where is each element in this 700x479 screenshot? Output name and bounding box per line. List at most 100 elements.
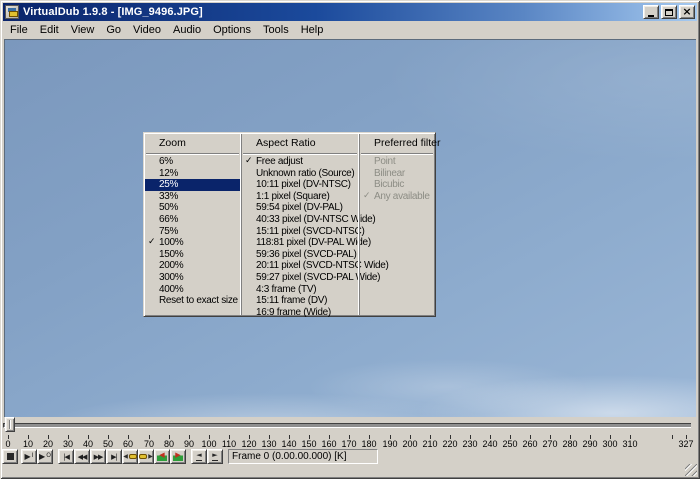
menu-item-4-3-frame-tv[interactable]: 4:3 frame (TV) — [242, 284, 358, 296]
play-input-icon: ▶I — [25, 453, 34, 461]
menu-help[interactable]: Help — [295, 22, 330, 38]
prev-keyframe-button[interactable]: ◀ — [122, 449, 138, 464]
step-forward-icon: ▶▶ — [94, 453, 103, 461]
header-divider — [361, 153, 433, 155]
ruler-label-110: 110 — [222, 439, 236, 449]
menu-item-label: 50% — [159, 202, 178, 213]
menu-item-59-27-pixel-svcd-pal-wide[interactable]: 59:27 pixel (SVCD-PAL Wide) — [242, 272, 358, 284]
ruler-label-120: 120 — [241, 439, 256, 449]
menu-item-16-9-frame-wide[interactable]: 16:9 frame (Wide) — [242, 307, 358, 319]
menu-item-15-11-pixel-svcd-ntsc[interactable]: 15:11 pixel (SVCD-NTSC) — [242, 226, 358, 238]
play-input-button[interactable]: ▶I — [21, 449, 37, 464]
menu-item-118-81-pixel-dv-pal-wide[interactable]: 118:81 pixel (DV-PAL Wide) — [242, 237, 358, 249]
menu-item-label: 1:1 pixel (Square) — [256, 191, 330, 202]
menu-item-25[interactable]: 25% — [145, 179, 240, 191]
check-icon: ✓ — [245, 156, 253, 166]
ruler-label-30: 30 — [63, 439, 73, 449]
ruler-label-170: 170 — [341, 439, 356, 449]
menu-view[interactable]: View — [65, 22, 101, 38]
virtualdub-window: VirtualDub 1.9.8 - [IMG_9496.JPG] × File… — [0, 0, 700, 479]
ruler-label-310: 310 — [622, 439, 637, 449]
menu-item-free-adjust[interactable]: ✓Free adjust — [242, 156, 358, 168]
menu-item-300[interactable]: 300% — [145, 272, 240, 284]
context-menu: Zoom6%12%25%33%50%66%75%✓100%150%200%300… — [143, 132, 436, 317]
ruler-label-190: 190 — [382, 439, 397, 449]
menu-item-point: Point — [360, 156, 434, 168]
go-end-button[interactable]: ▶| — [106, 449, 122, 464]
menu-item-50[interactable]: 50% — [145, 202, 240, 214]
menu-edit[interactable]: Edit — [34, 22, 65, 38]
frame-ruler: 0102030405060708090100110120130140150160… — [0, 433, 700, 449]
go-start-button[interactable]: |◀ — [58, 449, 74, 464]
menu-item-15-11-frame-dv[interactable]: 15:11 frame (DV) — [242, 295, 358, 307]
minimize-icon — [648, 15, 654, 17]
ruler-label-60: 60 — [123, 439, 133, 449]
next-scene-button[interactable]: ▶ — [170, 449, 186, 464]
menu-item-200[interactable]: 200% — [145, 260, 240, 272]
menu-go[interactable]: Go — [100, 22, 127, 38]
menu-item-reset-to-exact-size[interactable]: Reset to exact size — [145, 295, 240, 307]
menu-item-66[interactable]: 66% — [145, 214, 240, 226]
prev-scene-button[interactable]: ◀ — [154, 449, 170, 464]
frame-forward-button[interactable]: ▶▶ — [90, 449, 106, 464]
menu-item-1-1-pixel-square[interactable]: 1:1 pixel (Square) — [242, 191, 358, 203]
menu-item-label: 200% — [159, 260, 183, 271]
menu-options[interactable]: Options — [207, 22, 257, 38]
menu-item-100[interactable]: ✓100% — [145, 237, 240, 249]
menu-item-59-36-pixel-svcd-pal[interactable]: 59:36 pixel (SVCD-PAL) — [242, 249, 358, 261]
slider-thumb[interactable] — [5, 417, 15, 432]
ruler-label-200: 200 — [402, 439, 417, 449]
menu-item-label: 15:11 pixel (SVCD-NTSC) — [256, 226, 365, 237]
header-divider — [243, 153, 357, 155]
play-output-button[interactable]: ▶O — [37, 449, 53, 464]
menu-item-75[interactable]: 75% — [145, 226, 240, 238]
mark-out-button[interactable]: ► — [207, 449, 223, 464]
title-bar[interactable]: VirtualDub 1.9.8 - [IMG_9496.JPG] × — [3, 3, 697, 21]
close-button[interactable]: × — [679, 5, 695, 19]
column-header-aspect-ratio: Aspect Ratio — [242, 134, 358, 153]
slider-track[interactable] — [3, 423, 691, 428]
menu-audio[interactable]: Audio — [167, 22, 207, 38]
menu-item-label: 75% — [159, 226, 178, 237]
mark-in-icon: ◄ — [196, 452, 201, 461]
ruler-label-160: 160 — [321, 439, 336, 449]
menu-item-label: 16:9 frame (Wide) — [256, 307, 331, 318]
menu-item-12[interactable]: 12% — [145, 168, 240, 180]
minimize-button[interactable] — [643, 5, 659, 19]
mark-in-button[interactable]: ◄ — [191, 449, 207, 464]
menu-item-unknown-ratio-source[interactable]: Unknown ratio (Source) — [242, 168, 358, 180]
ruler-label-240: 240 — [482, 439, 497, 449]
ruler-label-50: 50 — [103, 439, 113, 449]
menu-item-400[interactable]: 400% — [145, 284, 240, 296]
menu-item-6[interactable]: 6% — [145, 156, 240, 168]
menu-item-label: 40:33 pixel (DV-NTSC Wide) — [256, 214, 375, 225]
position-slider[interactable] — [3, 417, 697, 433]
stop-button[interactable] — [2, 449, 18, 464]
menu-item-150[interactable]: 150% — [145, 249, 240, 261]
ruler-label-140: 140 — [281, 439, 296, 449]
go-start-icon: |◀ — [63, 453, 69, 461]
resize-grip-icon[interactable] — [685, 464, 697, 476]
header-divider — [146, 153, 239, 155]
menu-item-59-54-pixel-dv-pal[interactable]: 59:54 pixel (DV-PAL) — [242, 202, 358, 214]
menu-tools[interactable]: Tools — [257, 22, 295, 38]
menu-item-label: 66% — [159, 214, 178, 225]
menu-item-label: 59:36 pixel (SVCD-PAL) — [256, 249, 356, 260]
mark-out-icon: ► — [212, 452, 217, 461]
menu-item-20-11-pixel-svcd-ntsc-wide[interactable]: 20:11 pixel (SVCD-NTSC Wide) — [242, 260, 358, 272]
menu-item-label: 300% — [159, 272, 183, 283]
menu-column-zoom: Zoom6%12%25%33%50%66%75%✓100%150%200%300… — [145, 134, 240, 315]
menu-item-label: 33% — [159, 191, 178, 202]
play-output-icon: ▶O — [39, 453, 51, 461]
menu-video[interactable]: Video — [127, 22, 167, 38]
frame-back-button[interactable]: ◀◀ — [74, 449, 90, 464]
check-icon: ✓ — [363, 191, 371, 201]
menu-column-preferred-filter: Preferred filterPointBilinearBicubic✓Any… — [359, 134, 434, 315]
maximize-button[interactable] — [661, 5, 677, 19]
next-keyframe-button[interactable]: ▶ — [138, 449, 154, 464]
step-back-icon: ◀◀ — [78, 453, 87, 461]
menu-file[interactable]: File — [4, 22, 34, 38]
menu-item-33[interactable]: 33% — [145, 191, 240, 203]
menu-item-40-33-pixel-dv-ntsc-wide[interactable]: 40:33 pixel (DV-NTSC Wide) — [242, 214, 358, 226]
menu-item-10-11-pixel-dv-ntsc[interactable]: 10:11 pixel (DV-NTSC) — [242, 179, 358, 191]
